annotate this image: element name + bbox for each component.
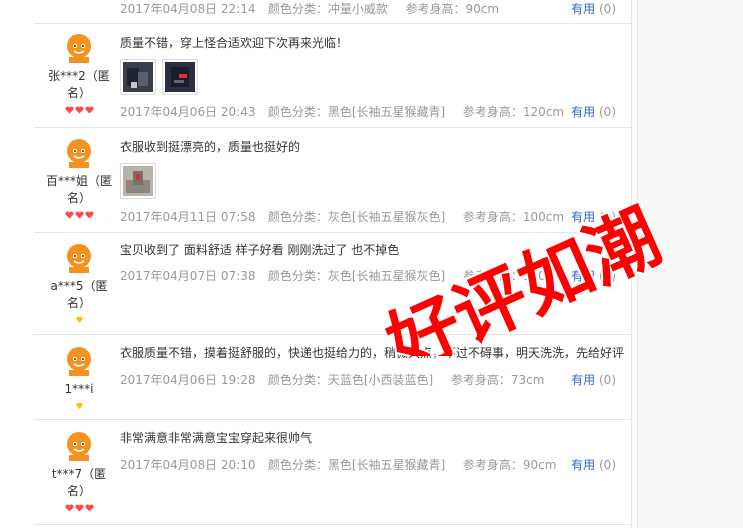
heart-icon xyxy=(74,106,84,114)
review-color: 颜色分类：灰色[长袖五星猴灰色] xyxy=(267,210,446,224)
review-meta: 2017年04月06日 19:28 颜色分类：天蓝色[小西装蓝色] 参考身高：7… xyxy=(120,371,544,388)
avatar-icon[interactable] xyxy=(63,241,95,273)
review-color: 颜色分类：黑色[长袖五星猴藏青] xyxy=(267,458,446,472)
heart-icon xyxy=(64,211,74,219)
heart-icon xyxy=(84,504,94,512)
review-item: 百***姐（匿 名） 衣服收到挺漂亮的，质量也挺好的 2017年04月11日 07… xyxy=(34,128,632,233)
review-date: 2017年04月11日 07:58 xyxy=(120,210,256,224)
buyer-level xyxy=(34,210,124,220)
review-color: 颜色分类：黑色[长袖五星猴藏青] xyxy=(267,105,446,119)
review-meta: 2017年04月07日 07:38 颜色分类：灰色[长袖五星猴灰色] 参考身高：… xyxy=(120,267,564,284)
reviewer-info: t***7（匿 名） xyxy=(34,429,124,513)
useful-label[interactable]: 有用 xyxy=(571,269,595,283)
heart-icon xyxy=(64,106,74,114)
useful-label[interactable]: 有用 xyxy=(571,105,595,119)
review-height: 参考身高：120cm xyxy=(462,105,565,119)
review-color: 颜色分类：灰色[长袖五星猴灰色] xyxy=(267,269,446,283)
review-meta: 2017年04月11日 07:58 颜色分类：灰色[长袖五星猴灰色] 参考身高：… xyxy=(120,208,564,225)
useful-count: (0) xyxy=(599,2,616,16)
review-date: 2017年04月06日 19:28 xyxy=(120,373,256,387)
review-text: 衣服质量不错，摸着挺舒服的，快递也挺给力的，稍微大点，不过不碍事，明天洗洗，先给… xyxy=(120,346,625,360)
useful-count: (0) xyxy=(599,458,616,472)
useful-button[interactable]: 有用 (0) xyxy=(571,267,616,284)
review-text: 非常满意非常满意宝宝穿起来很帅气 xyxy=(120,431,313,445)
review-meta: 2017年04月08日 20:10 颜色分类：黑色[长袖五星猴藏青] 参考身高：… xyxy=(120,456,556,473)
review-photos xyxy=(120,163,632,199)
diamond-icon xyxy=(75,316,83,324)
useful-label[interactable]: 有用 xyxy=(571,373,595,387)
reviewer-info: 张***2（匿 名） xyxy=(34,31,124,115)
review-height: 参考身高：100cm xyxy=(462,269,565,283)
review-date: 2017年04月07日 07:38 xyxy=(120,269,256,283)
avatar-icon[interactable] xyxy=(63,344,95,376)
review-photos xyxy=(120,59,632,95)
reviewer-name: 张***2（匿 名） xyxy=(48,69,110,100)
review-height: 参考身高：90cm xyxy=(405,2,500,16)
reviewer-name: 百***姐（匿 名） xyxy=(45,174,112,205)
useful-button[interactable]: 有用 (0) xyxy=(571,0,616,17)
review-text: 衣服收到挺漂亮的，质量也挺好的 xyxy=(120,140,301,154)
review-date: 2017年04月08日 22:14 xyxy=(120,2,256,16)
review-meta: 2017年04月06日 20:43 颜色分类：黑色[长袖五星猴藏青] 参考身高：… xyxy=(120,103,564,120)
useful-button[interactable]: 有用 (0) xyxy=(571,371,616,388)
useful-label[interactable]: 有用 xyxy=(571,2,595,16)
heart-icon xyxy=(74,211,84,219)
review-color: 颜色分类：天蓝色[小西装蓝色] xyxy=(267,373,434,387)
buyer-level xyxy=(34,315,124,325)
right-side-panel xyxy=(637,0,743,528)
review-height: 参考身高：73cm xyxy=(450,373,545,387)
heart-icon xyxy=(84,211,94,219)
reviewer-info: 1***i xyxy=(34,344,124,411)
review-text: 质量不错，穿上怪合适欢迎下次再来光临！ xyxy=(120,36,349,50)
avatar-icon[interactable] xyxy=(63,429,95,461)
heart-icon xyxy=(84,106,94,114)
review-height: 参考身高：90cm xyxy=(462,458,557,472)
useful-count: (0) xyxy=(599,105,616,119)
review-item: 张***2（匿 名） 质量不错，穿上怪合适欢迎下次再来光临！ 2017年04月06… xyxy=(34,23,632,128)
review-item: a***5（匿 名） 宝贝收到了 面料舒适 样子好看 刚刚洗过了 也不掉色 201… xyxy=(34,233,632,335)
review-photo[interactable] xyxy=(162,59,198,95)
buyer-level xyxy=(34,105,124,115)
review-text: 宝贝收到了 面料舒适 样子好看 刚刚洗过了 也不掉色 xyxy=(120,243,400,257)
useful-button[interactable]: 有用 (0) xyxy=(571,456,616,473)
review-color: 颜色分类：冲量小威款 xyxy=(267,2,388,16)
review-meta: 2017年04月08日 22:14 颜色分类：冲量小威款 参考身高：90cm xyxy=(120,0,499,17)
useful-button[interactable]: 有用 (0) xyxy=(571,103,616,120)
reviewer-info: 百***姐（匿 名） xyxy=(34,136,124,220)
useful-label[interactable]: 有用 xyxy=(571,210,595,224)
review-photo[interactable] xyxy=(120,163,156,199)
review-list-page: 2017年04月08日 22:14 颜色分类：冲量小威款 参考身高：90cm 有… xyxy=(0,0,743,528)
review-item: 1***i 衣服质量不错，摸着挺舒服的，快递也挺给力的，稍微大点，不过不碍事，明… xyxy=(34,335,632,420)
useful-count: (0) xyxy=(599,373,616,387)
avatar-icon[interactable] xyxy=(63,31,95,63)
useful-button[interactable]: 有用 (0) xyxy=(571,208,616,225)
review-date: 2017年04月06日 20:43 xyxy=(120,105,256,119)
buyer-level xyxy=(34,401,124,411)
reviewer-name: a***5（匿 名） xyxy=(50,279,108,310)
buyer-level xyxy=(34,503,124,513)
diamond-icon xyxy=(75,402,83,410)
review-date: 2017年04月08日 20:10 xyxy=(120,458,256,472)
reviewer-info: a***5（匿 名） xyxy=(34,241,124,325)
review-height: 参考身高：100cm xyxy=(462,210,565,224)
heart-icon xyxy=(64,504,74,512)
useful-label[interactable]: 有用 xyxy=(571,458,595,472)
review-item: 2017年04月08日 22:14 颜色分类：冲量小威款 参考身高：90cm 有… xyxy=(34,0,632,24)
useful-count: (0) xyxy=(599,269,616,283)
avatar-icon[interactable] xyxy=(63,136,95,168)
useful-count: (0) xyxy=(599,210,616,224)
heart-icon xyxy=(74,504,84,512)
review-photo[interactable] xyxy=(120,59,156,95)
reviewer-name: 1***i xyxy=(64,382,94,396)
review-item: t***7（匿 名） 非常满意非常满意宝宝穿起来很帅气 2017年04月08日 2… xyxy=(34,420,632,525)
reviewer-name: t***7（匿 名） xyxy=(51,467,107,498)
